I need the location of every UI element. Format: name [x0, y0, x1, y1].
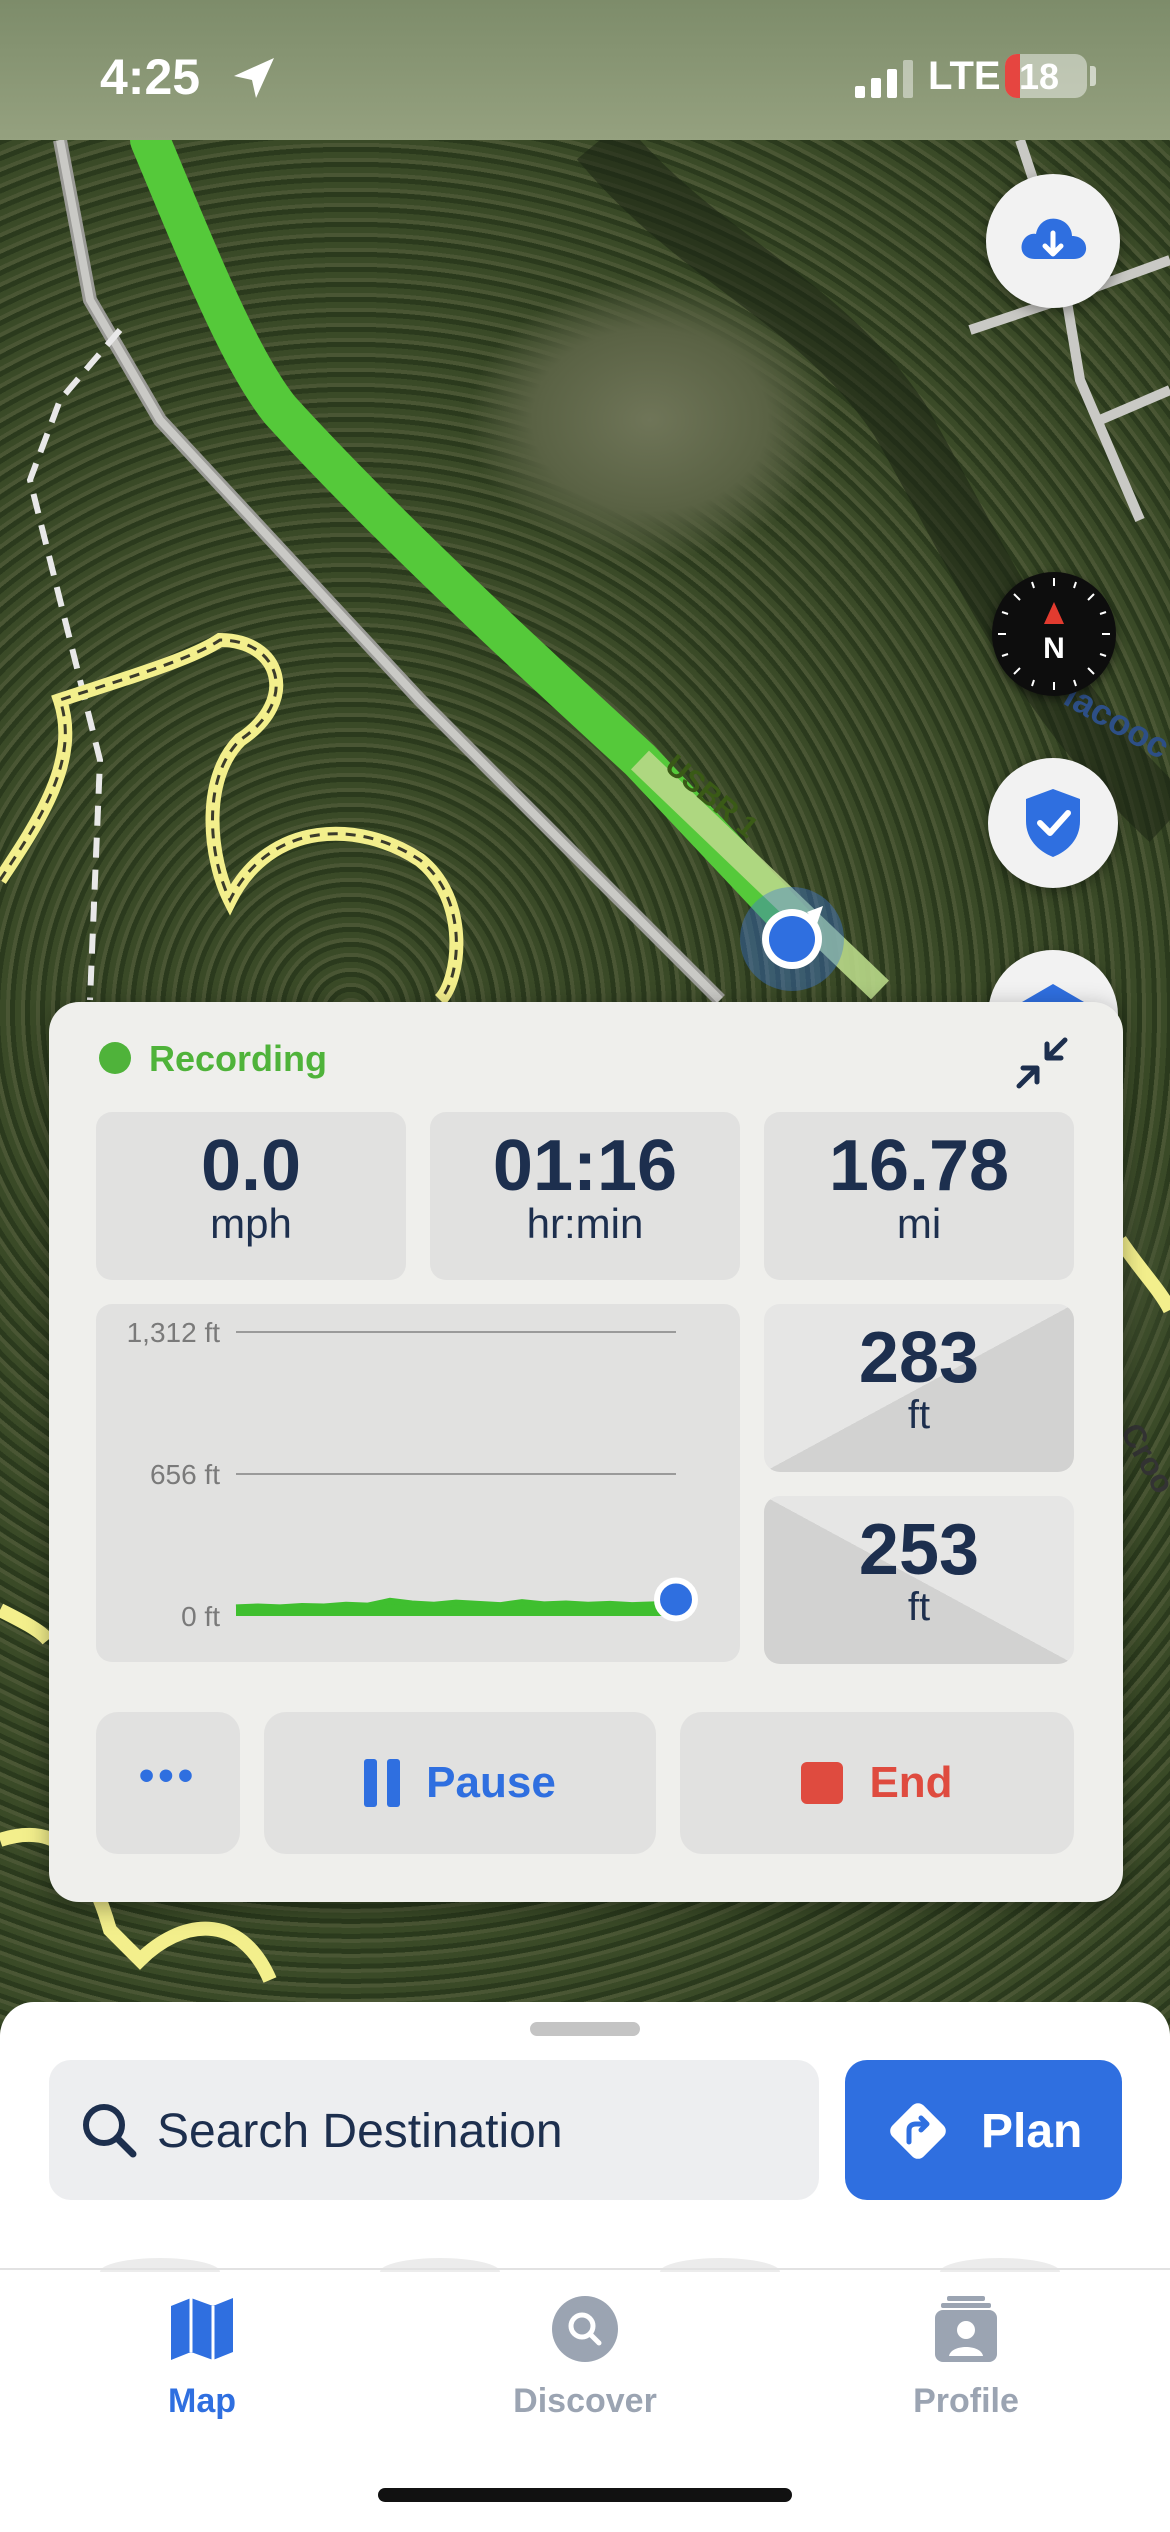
- battery-nub: [1090, 66, 1096, 86]
- sheet-grabber[interactable]: [530, 2022, 640, 2036]
- recording-indicator-dot: [99, 1042, 131, 1074]
- directions-icon: [890, 2103, 946, 2159]
- tab-bar-divider: [0, 2268, 1170, 2270]
- battery-icon: 18: [1005, 54, 1087, 98]
- tab-map-label: Map: [168, 2382, 236, 2420]
- home-indicator: [378, 2488, 792, 2502]
- shield-check-icon: [1026, 789, 1080, 857]
- collapse-panel-button[interactable]: [1009, 1030, 1075, 1096]
- elevation-gain-stat: 283 ft: [764, 1304, 1074, 1472]
- current-position-marker: [654, 1577, 698, 1622]
- pause-label: Pause: [426, 1758, 556, 1807]
- compass-icon: N: [998, 578, 1110, 690]
- status-time: 4:25: [100, 49, 201, 105]
- compass-button[interactable]: N: [992, 572, 1116, 696]
- end-button[interactable]: End: [680, 1712, 1074, 1854]
- user-location-marker: [740, 887, 844, 991]
- elevation-loss-unit: ft: [907, 1585, 931, 1629]
- location-arrow-icon: [234, 58, 274, 98]
- tab-profile-label: Profile: [913, 2382, 1019, 2420]
- tab-discover[interactable]: Discover: [465, 2292, 705, 2432]
- signal-icon: [855, 60, 913, 98]
- speed-stat: 0.0 mph: [96, 1112, 406, 1280]
- chart-y-tick-label: 656 ft: [150, 1459, 220, 1490]
- search-icon: [83, 2104, 137, 2158]
- elevation-loss-value: 253: [858, 1510, 980, 1590]
- elevation-chart: 1,312 ft 656 ft 0 ft: [96, 1304, 740, 1662]
- bottom-sheet: Search Destination Plan Map Discover Pro…: [0, 2002, 1170, 2532]
- map-icon: [171, 2298, 233, 2360]
- chart-y-tick-label: 0 ft: [181, 1601, 220, 1632]
- profile-icon: [935, 2296, 997, 2362]
- speed-value: 0.0: [200, 1126, 302, 1206]
- tab-profile[interactable]: Profile: [846, 2292, 1086, 2432]
- privacy-shield-button[interactable]: [988, 758, 1118, 888]
- battery-level: 18: [1019, 56, 1060, 97]
- distance-unit: mi: [896, 1200, 942, 1247]
- more-options-button[interactable]: •••: [96, 1712, 240, 1854]
- stop-icon: [801, 1762, 844, 1804]
- pause-button[interactable]: Pause: [264, 1712, 656, 1854]
- plan-button[interactable]: Plan: [845, 2060, 1122, 2200]
- elevation-chart-svg: 1,312 ft 656 ft 0 ft: [127, 1317, 698, 1632]
- chart-y-tick-label: 1,312 ft: [127, 1317, 221, 1348]
- distance-stat: 16.78 mi: [764, 1112, 1074, 1280]
- distance-value: 16.78: [828, 1126, 1010, 1206]
- elevation-gain-value: 283: [858, 1318, 980, 1398]
- pause-icon: [364, 1759, 401, 1807]
- status-bar: 4:25 LTE 18: [0, 0, 1170, 140]
- more-icon: •••: [138, 1751, 198, 1800]
- duration-value: 01:16: [492, 1126, 678, 1206]
- plan-label: Plan: [981, 2105, 1083, 2158]
- network-label: LTE: [928, 54, 1001, 98]
- duration-stat: 01:16 hr:min: [430, 1112, 740, 1280]
- elevation-gain-unit: ft: [907, 1393, 931, 1437]
- compass-letter: N: [1043, 632, 1065, 665]
- speed-unit: mph: [210, 1200, 292, 1247]
- download-maps-button[interactable]: [986, 174, 1120, 308]
- cloud-download-icon: [1021, 218, 1087, 259]
- recording-panel: Recording 0.0 mph 01:16 hr:min 16.78 mi …: [49, 1002, 1123, 1902]
- tab-discover-label: Discover: [513, 2382, 657, 2420]
- discover-icon: [552, 2296, 618, 2362]
- elevation-loss-stat: 253 ft: [764, 1496, 1074, 1664]
- end-label: End: [869, 1758, 953, 1807]
- tab-map[interactable]: Map: [82, 2292, 322, 2432]
- battery-fill: [1005, 54, 1020, 98]
- recording-status: Recording: [149, 1038, 328, 1079]
- search-destination-field[interactable]: Search Destination: [49, 2060, 819, 2200]
- search-placeholder: Search Destination: [157, 2105, 563, 2158]
- collapse-icon: [1016, 1037, 1068, 1089]
- duration-unit: hr:min: [526, 1200, 644, 1247]
